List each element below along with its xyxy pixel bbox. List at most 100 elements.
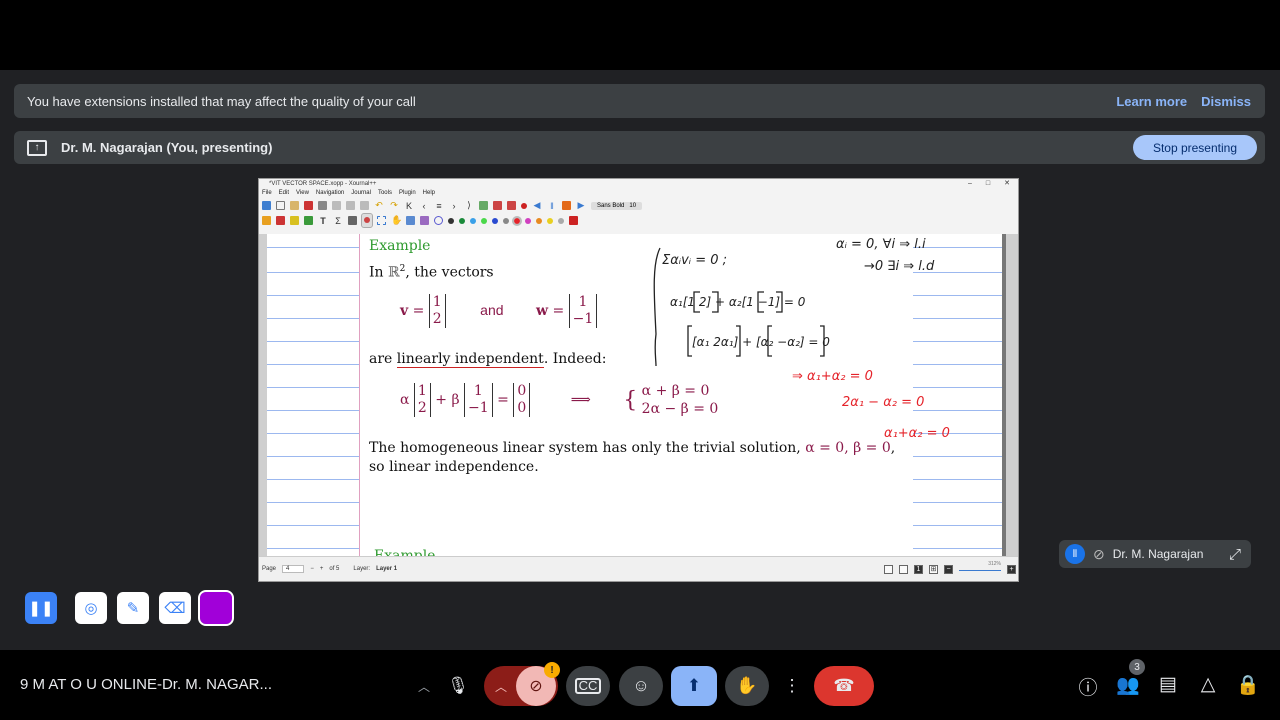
color-red-selected[interactable] <box>512 215 522 226</box>
menu-navigation[interactable]: Navigation <box>316 189 344 198</box>
color-white[interactable] <box>558 217 564 224</box>
meeting-info-button[interactable]: ⓘ <box>1075 673 1101 700</box>
pen-button[interactable]: ✎ <box>117 592 149 624</box>
vertical-space-icon[interactable] <box>406 216 415 225</box>
color-black[interactable] <box>448 217 454 224</box>
color-blue[interactable] <box>492 217 498 224</box>
cut-icon[interactable] <box>332 201 341 210</box>
activities-button[interactable]: △ <box>1195 673 1221 696</box>
record-icon[interactable] <box>521 202 527 209</box>
custom-color-icon[interactable] <box>569 216 578 225</box>
page-decrement[interactable]: − <box>310 566 314 572</box>
handwriting-line-8: α₁+α₂ = 0 <box>884 426 950 441</box>
goto-page-icon[interactable]: ≡ <box>434 201 444 211</box>
ruler-icon[interactable] <box>420 216 429 225</box>
insert-page-icon[interactable] <box>479 201 488 210</box>
tex-tool-icon[interactable]: Σ <box>333 216 343 226</box>
video-options-chevron[interactable]: ︿ <box>486 678 516 695</box>
copy-icon[interactable] <box>346 201 355 210</box>
print-icon[interactable] <box>318 201 327 210</box>
menu-view[interactable]: View <box>296 189 309 198</box>
close-icon[interactable]: ✕ <box>1004 179 1010 189</box>
zoom-fit-icon[interactable]: 1 <box>914 564 923 574</box>
pair-pages-icon[interactable] <box>884 564 893 574</box>
annotation-color-swatch[interactable] <box>198 590 234 626</box>
prev-page-icon[interactable]: ‹ <box>419 201 429 211</box>
export-pdf-icon[interactable] <box>304 201 313 210</box>
color-magenta[interactable] <box>525 217 531 224</box>
audio-options-chevron[interactable]: ︿ <box>408 666 440 706</box>
color-gray[interactable] <box>503 217 509 224</box>
text-tool-icon[interactable]: T <box>318 216 328 226</box>
page-increment[interactable]: + <box>320 566 324 572</box>
minimize-icon[interactable]: – <box>968 179 972 189</box>
menu-journal[interactable]: Journal <box>351 189 371 198</box>
color-orange[interactable] <box>536 217 542 224</box>
color-light-blue[interactable] <box>470 217 476 224</box>
shape-tool-icon[interactable] <box>348 216 357 225</box>
people-button[interactable]: 👥 <box>1115 673 1141 697</box>
more-options-button[interactable]: ⋮ <box>777 666 807 706</box>
menu-plugin[interactable]: Plugin <box>399 189 416 198</box>
font-selector[interactable]: Sans Bold 10 <box>591 201 643 210</box>
color-light-green[interactable] <box>481 217 487 224</box>
learn-more-link[interactable]: Learn more <box>1116 94 1187 109</box>
color-yellow[interactable] <box>547 217 553 224</box>
rewind-icon[interactable]: ◀ <box>532 200 542 211</box>
xournal-page[interactable]: Example In ℝ2, the vectors v = 12 and w … <box>267 234 1006 558</box>
new-page-icon[interactable] <box>276 201 285 210</box>
select-tools-group[interactable] <box>361 213 373 228</box>
warning-badge: ! <box>544 662 560 678</box>
fullscreen-icon[interactable] <box>507 201 516 210</box>
zoom-out-icon[interactable]: − <box>944 564 953 574</box>
menu-tools[interactable]: Tools <box>378 189 392 198</box>
eraser-button[interactable]: ⌫ <box>159 592 191 624</box>
forward-icon[interactable]: ▶ <box>576 200 586 211</box>
chat-button[interactable]: ▤ <box>1155 673 1181 696</box>
zoom-slider[interactable]: 312% <box>959 561 1001 574</box>
page-number-input[interactable]: 4 <box>282 565 305 573</box>
zoom-in-icon[interactable]: + <box>1007 564 1016 574</box>
vector-v: 12 <box>428 294 446 328</box>
spotlight-button[interactable]: ◎ <box>75 592 107 624</box>
pause-audio-icon[interactable]: ‖ <box>547 201 557 211</box>
save-icon[interactable] <box>262 201 271 210</box>
emoji-button[interactable]: ☺ <box>619 666 663 706</box>
first-page-icon[interactable]: K <box>404 201 414 211</box>
last-page-icon[interactable]: ⟩ <box>464 200 474 211</box>
redo-icon[interactable]: ↷ <box>389 200 399 211</box>
layer-selector[interactable]: Layer 1 <box>376 566 397 572</box>
color-green[interactable] <box>459 217 465 224</box>
select-rect-icon[interactable] <box>377 216 386 225</box>
image-tool-icon[interactable] <box>304 216 313 225</box>
next-page-icon[interactable]: › <box>449 201 459 211</box>
stop-presenting-button[interactable]: Stop presenting <box>1132 135 1257 160</box>
undo-icon[interactable]: ↶ <box>374 200 384 211</box>
menu-file[interactable]: File <box>262 189 272 198</box>
presentation-icon[interactable] <box>899 564 908 574</box>
pen-tool-icon[interactable] <box>262 216 271 225</box>
hand-tool-icon[interactable]: ✋ <box>391 215 402 226</box>
activities-icon: △ <box>1200 674 1216 695</box>
present-button[interactable]: ⬆ <box>671 666 717 706</box>
menu-help[interactable]: Help <box>423 189 435 198</box>
pause-annotation-button[interactable]: ❚❚ <box>25 592 57 624</box>
eraser-tool-icon[interactable] <box>276 216 285 225</box>
stop-audio-icon[interactable] <box>562 201 571 210</box>
expand-icon[interactable]: ⤢ <box>1229 546 1241 563</box>
paste-icon[interactable] <box>360 201 369 210</box>
maximize-icon[interactable]: □ <box>986 179 990 189</box>
highlighter-tool-icon[interactable] <box>290 216 299 225</box>
captions-button[interactable]: CC <box>566 666 610 706</box>
circle-icon[interactable] <box>434 216 443 225</box>
self-view-tile[interactable]: ⦀ ⊘ Dr. M. Nagarajan ⤢ <box>1059 540 1251 568</box>
delete-page-icon[interactable] <box>493 201 502 210</box>
dismiss-link[interactable]: Dismiss <box>1201 94 1251 109</box>
menu-edit[interactable]: Edit <box>279 189 289 198</box>
open-icon[interactable] <box>290 201 299 210</box>
zoom-width-icon[interactable]: ⊞ <box>929 564 938 574</box>
raise-hand-button[interactable]: ✋ <box>725 666 769 706</box>
leave-call-button[interactable]: ☎ <box>814 666 874 706</box>
microphone-button[interactable]: 🎙 <box>440 666 476 706</box>
host-controls-button[interactable]: 🔒 <box>1235 673 1261 697</box>
